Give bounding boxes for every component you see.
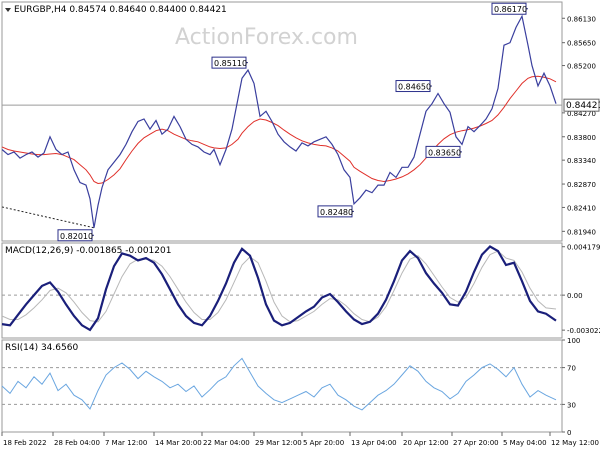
y-tick-label: 0.81940 bbox=[567, 228, 596, 236]
macd-panel: 0.004179 0.00 -0.003022 MACD(12,26,9) -0.0… bbox=[1, 242, 600, 339]
x-tick-label: 12 May 12:00 bbox=[551, 439, 599, 447]
y-tick-label: 0 bbox=[567, 429, 571, 437]
x-tick-label: 13 Apr 04:00 bbox=[351, 439, 397, 447]
y-tick-label: 0.00 bbox=[567, 292, 583, 300]
x-tick-label: 22 Mar 04:00 bbox=[203, 439, 250, 447]
x-tick-label: 27 Apr 20:00 bbox=[453, 439, 499, 447]
macd-axis: 0.004179 0.00 -0.003022 bbox=[562, 244, 600, 335]
y-tick-label: 0.85650 bbox=[567, 40, 596, 48]
time-axis: 18 Feb 2022 28 Feb 04:00 7 Mar 12:00 14 Mar… bbox=[1, 432, 599, 447]
x-tick-label: 7 Mar 12:00 bbox=[105, 439, 147, 447]
y-tick-label: 0.004179 bbox=[567, 244, 600, 252]
macd-line bbox=[1, 245, 557, 332]
rsi-line bbox=[1, 357, 557, 411]
y-tick-label: 0.82870 bbox=[567, 181, 596, 189]
rsi-panel: 100 70 30 0 RSI(14) 34.6560 bbox=[1, 337, 580, 437]
x-tick-label: 29 Mar 12:00 bbox=[255, 439, 302, 447]
y-tick-label: 100 bbox=[567, 337, 580, 345]
rsi-header: RSI(14) 34.6560 bbox=[5, 343, 78, 353]
y-tick-label: -0.003022 bbox=[567, 327, 600, 335]
swing-label: 0.82010 bbox=[60, 232, 93, 241]
watermark: ActionForex.com bbox=[175, 25, 358, 50]
y-tick-label: 70 bbox=[567, 365, 576, 373]
y-tick-label: 0.83340 bbox=[567, 157, 596, 165]
y-tick-label: 0.85200 bbox=[567, 63, 596, 71]
x-tick-label: 18 Feb 2022 bbox=[3, 439, 47, 447]
macd-signal-line bbox=[1, 250, 557, 323]
rsi-panel-frame bbox=[1, 339, 563, 433]
x-tick-label: 28 Feb 04:00 bbox=[54, 439, 100, 447]
y-tick-label: 0.86130 bbox=[567, 15, 596, 23]
chevron-down-icon bbox=[5, 8, 11, 12]
moving-average-line bbox=[1, 75, 557, 185]
x-tick-label: 14 Mar 20:00 bbox=[155, 439, 202, 447]
y-tick-label: 30 bbox=[567, 401, 576, 409]
rsi-levels bbox=[2, 367, 562, 405]
price-header: EURGBP,H4 0.84574 0.84640 0.84400 0.8442… bbox=[5, 5, 227, 15]
swing-label: 0.82480 bbox=[320, 208, 353, 217]
swing-label: 0.85110 bbox=[214, 59, 247, 68]
x-tick-label: 20 Apr 12:00 bbox=[403, 439, 449, 447]
y-tick-label: 0.83800 bbox=[567, 134, 596, 142]
trendline bbox=[1, 206, 95, 229]
x-tick-label: 5 Apr 20:00 bbox=[303, 439, 344, 447]
rsi-axis: 100 70 30 0 bbox=[562, 337, 580, 437]
macd-header: MACD(12,26,9) -0.001865 -0.001201 bbox=[5, 246, 171, 256]
current-price-value: 0.84421 bbox=[566, 101, 600, 111]
current-price-tag: 0.84421 bbox=[563, 98, 600, 112]
chart-canvas: ActionForex.com 0.86130 0.85650 0.85200 0.8… bbox=[1, 1, 600, 447]
macd-panel-frame bbox=[1, 242, 563, 339]
price-header: EURGBP,H4 0.84574 0.84640 0.84400 0.8442… bbox=[14, 5, 227, 15]
price-panel: ActionForex.com 0.86130 0.85650 0.85200 0.8… bbox=[1, 1, 600, 242]
x-tick-label: 5 May 04:00 bbox=[503, 439, 547, 447]
price-axis: 0.861300.856500.852000.842700.838000.833… bbox=[562, 15, 596, 236]
swing-label: 0.84650 bbox=[398, 83, 431, 92]
swing-label: 0.86170 bbox=[494, 5, 527, 14]
y-tick-label: 0.82410 bbox=[567, 204, 596, 212]
swing-label: 0.83650 bbox=[428, 148, 461, 157]
